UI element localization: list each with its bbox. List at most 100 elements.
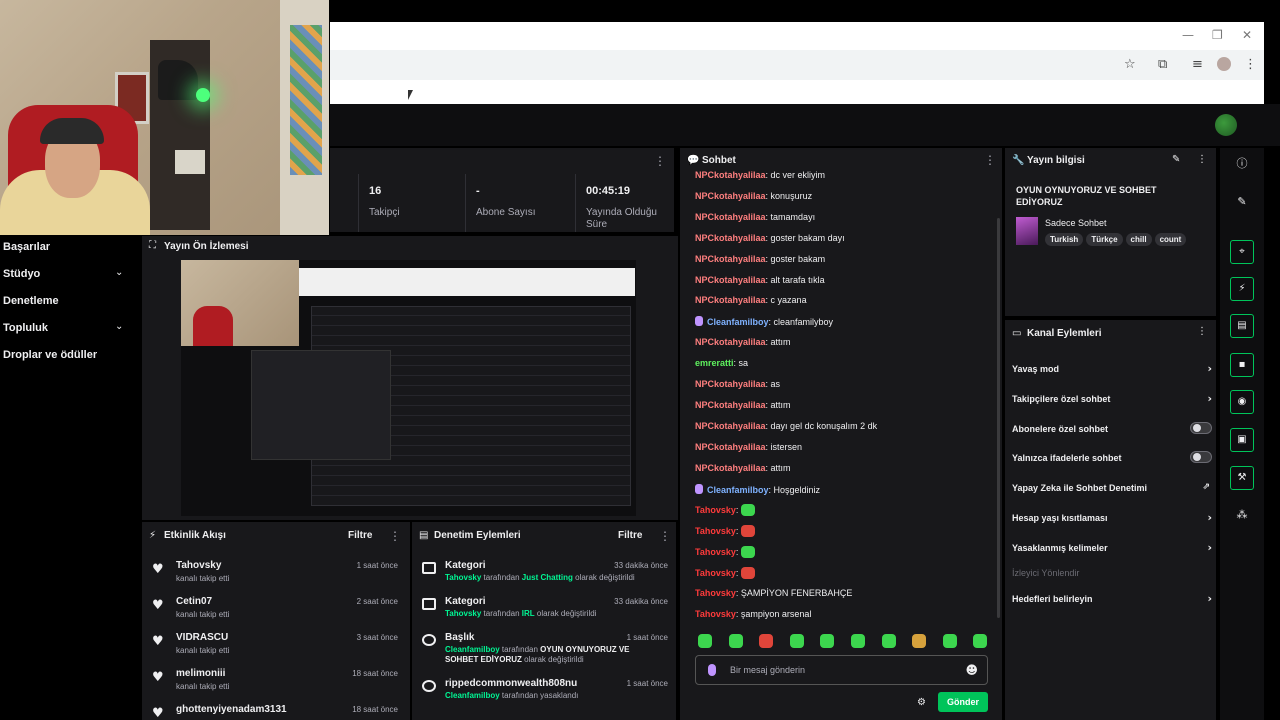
slow-mode-item[interactable]: Yavaş mod › bbox=[1012, 362, 1212, 375]
chat-message[interactable]: NPCkotahyalilaa: dc ver ekliyim bbox=[695, 170, 825, 180]
bolt-icon[interactable]: ⚡ bbox=[1230, 277, 1254, 301]
menu-icon[interactable]: ⋮ bbox=[1244, 57, 1257, 72]
subscribers-only-item[interactable]: Abonelere özel sohbet bbox=[1012, 422, 1212, 434]
chat-username[interactable]: Tahovsky bbox=[695, 505, 736, 515]
ai-moderation-item[interactable]: Yapay Zeka ile Sohbet Denetimi ⇗ bbox=[1012, 482, 1212, 493]
emote-icon[interactable] bbox=[759, 634, 774, 648]
list-item[interactable]: ♥ Tahovsky kanalı takip etti 1 saat önce bbox=[142, 560, 410, 596]
emote-icon[interactable] bbox=[973, 634, 988, 648]
extensions-icon[interactable]: ⧉ bbox=[1158, 57, 1167, 72]
pencil-icon[interactable]: ✎ bbox=[1172, 154, 1180, 165]
list-item[interactable]: ♥ ghottenyiyenadam3131 18 saat önce bbox=[142, 704, 410, 720]
star-icon[interactable]: ☆ bbox=[1124, 57, 1136, 72]
chat-username[interactable]: NPCkotahyalilaa bbox=[695, 400, 766, 410]
chat-username[interactable]: NPCkotahyalilaa bbox=[695, 233, 766, 243]
chat-message[interactable]: emreratti: sa bbox=[695, 358, 748, 368]
chat-message[interactable]: NPCkotahyalilaa: c yazana bbox=[695, 295, 807, 305]
chat-username[interactable]: NPCkotahyalilaa bbox=[695, 379, 766, 389]
chat-message[interactable]: NPCkotahyalilaa: alt tarafa tıkla bbox=[695, 275, 825, 285]
emote-icon[interactable] bbox=[851, 634, 865, 648]
maximize-icon[interactable]: ❐ bbox=[1212, 28, 1223, 42]
category-name[interactable]: Sadece Sohbet bbox=[1045, 218, 1107, 228]
activity-filter-button[interactable]: Filtre bbox=[348, 530, 372, 541]
chat-message[interactable]: NPCkotahyalilaa: goster bakam dayı bbox=[695, 233, 845, 243]
layout-icon[interactable]: ▣ bbox=[1230, 428, 1254, 452]
goals-item[interactable]: Hedefleri belirleyin › bbox=[1012, 592, 1212, 605]
more-options-icon[interactable]: ⋮ bbox=[1197, 154, 1207, 165]
chat-message[interactable]: NPCkotahyalilaa: konuşuruz bbox=[695, 191, 812, 201]
emote-only-item[interactable]: Yalnızca ifadelerle sohbet bbox=[1012, 451, 1212, 463]
more-options-icon[interactable]: ⋮ bbox=[984, 153, 996, 167]
info-icon[interactable]: ⓘ bbox=[1230, 152, 1254, 176]
chat-username[interactable]: NPCkotahyalilaa bbox=[695, 442, 766, 452]
followers-only-item[interactable]: Takipçilere özel sohbet › bbox=[1012, 392, 1212, 405]
emote-icon[interactable] bbox=[789, 634, 804, 648]
chat-message[interactable]: Tahovsky: bbox=[695, 504, 755, 517]
emote-icon[interactable] bbox=[942, 634, 957, 648]
chat-username[interactable]: Tahovsky bbox=[695, 547, 736, 557]
chat-message[interactable]: NPCkotahyalilaa: istersen bbox=[695, 442, 802, 452]
chat-message[interactable]: NPCkotahyalilaa: as bbox=[695, 379, 780, 389]
emote-icon[interactable] bbox=[698, 634, 712, 648]
chat-username[interactable]: NPCkotahyalilaa bbox=[695, 254, 766, 264]
chat-username[interactable]: Tahovsky bbox=[695, 568, 736, 578]
chat-message[interactable]: Cleanfamilboy: cleanfamilyboy bbox=[695, 316, 833, 327]
emote-only-toggle[interactable] bbox=[1190, 451, 1212, 463]
send-button[interactable]: Gönder bbox=[938, 692, 988, 712]
chat-username[interactable]: NPCkotahyalilaa bbox=[695, 337, 766, 347]
avatar[interactable] bbox=[1215, 114, 1237, 136]
chat-username[interactable]: NPCkotahyalilaa bbox=[695, 191, 766, 201]
chat-username[interactable]: NPCkotahyalilaa bbox=[695, 421, 766, 431]
chat-username[interactable]: Tahovsky bbox=[695, 526, 736, 536]
notes-icon[interactable]: ▤ bbox=[1230, 314, 1254, 338]
sidebar-item-community[interactable]: Topluluk bbox=[3, 322, 48, 334]
chat-message[interactable]: NPCkotahyalilaa: attım bbox=[695, 400, 791, 410]
chat-message[interactable]: NPCkotahyalilaa: attım bbox=[695, 463, 791, 473]
subscribers-only-toggle[interactable] bbox=[1190, 422, 1212, 434]
chat-message[interactable]: NPCkotahyalilaa: goster bakam bbox=[695, 254, 825, 264]
sidebar-item-studio[interactable]: Stüdyo bbox=[3, 268, 40, 280]
chat-username[interactable]: NPCkotahyalilaa bbox=[695, 170, 766, 180]
chat-message[interactable]: NPCkotahyalilaa: dayı gel dc konuşalım 2… bbox=[695, 421, 877, 431]
sidebar-item-drops[interactable]: Droplar ve ödüller bbox=[3, 349, 97, 361]
more-options-icon[interactable]: ⋮ bbox=[1197, 326, 1207, 337]
emote-icon[interactable] bbox=[912, 634, 927, 648]
tag[interactable]: count bbox=[1154, 233, 1187, 246]
chat-username[interactable]: NPCkotahyalilaa bbox=[695, 463, 766, 473]
clip-icon[interactable]: ⌖ bbox=[1230, 240, 1254, 264]
chat-username[interactable]: NPCkotahyalilaa bbox=[695, 275, 766, 285]
chat-message[interactable]: Tahovsky: bbox=[695, 567, 755, 580]
sidebar-item-moderation[interactable]: Denetleme bbox=[3, 295, 59, 307]
chat-username[interactable]: NPCkotahyalilaa bbox=[695, 212, 766, 222]
edit-icon[interactable]: ✎ bbox=[1230, 190, 1254, 214]
add-action-icon[interactable]: ⁂ bbox=[1230, 503, 1254, 527]
emote-icon[interactable] bbox=[728, 634, 743, 648]
stream-preview-video[interactable] bbox=[181, 260, 636, 516]
more-options-icon[interactable]: ⋮ bbox=[659, 529, 671, 543]
chat-scrollbar[interactable] bbox=[997, 218, 1000, 618]
banned-words-item[interactable]: Yasaklanmış kelimeler › bbox=[1012, 541, 1212, 554]
chat-message[interactable]: Cleanfamilboy: Hoşgeldiniz bbox=[695, 483, 820, 495]
list-item[interactable]: ♥ melimoniii kanalı takip etti 18 saat ö… bbox=[142, 668, 410, 704]
chat-username[interactable]: Tahovsky bbox=[695, 588, 736, 598]
chat-input[interactable]: Bir mesaj gönderin ☻ bbox=[695, 655, 988, 685]
account-age-item[interactable]: Hesap yaşı kısıtlaması › bbox=[1012, 511, 1212, 524]
sidebar-item-achievements[interactable]: Başarılar bbox=[3, 241, 50, 253]
mod-filter-button[interactable]: Filtre bbox=[618, 530, 642, 541]
minimize-icon[interactable]: — bbox=[1182, 28, 1194, 42]
emote-icon[interactable] bbox=[881, 634, 896, 648]
chat-bubble-icon[interactable]: ▪ bbox=[1230, 353, 1254, 377]
chat-message[interactable]: Tahovsky: bbox=[695, 546, 755, 559]
chevron-down-icon[interactable]: ⌄ bbox=[115, 267, 123, 278]
chat-username[interactable]: Tahovsky bbox=[695, 609, 736, 619]
wrench-icon[interactable]: ⚒ bbox=[1230, 466, 1254, 490]
chat-message[interactable]: Tahovsky: bbox=[695, 525, 755, 538]
emote-icon[interactable] bbox=[820, 634, 835, 648]
chat-message[interactable]: NPCkotahyalilaa: tamamdayı bbox=[695, 212, 815, 222]
chat-message[interactable]: NPCkotahyalilaa: attım bbox=[695, 337, 791, 347]
tag[interactable]: Turkish bbox=[1045, 233, 1084, 246]
chat-username[interactable]: NPCkotahyalilaa bbox=[695, 295, 766, 305]
more-options-icon[interactable]: ⋮ bbox=[654, 154, 666, 168]
emote-picker-icon[interactable]: ☻ bbox=[965, 663, 978, 677]
more-options-icon[interactable]: ⋮ bbox=[389, 529, 401, 543]
